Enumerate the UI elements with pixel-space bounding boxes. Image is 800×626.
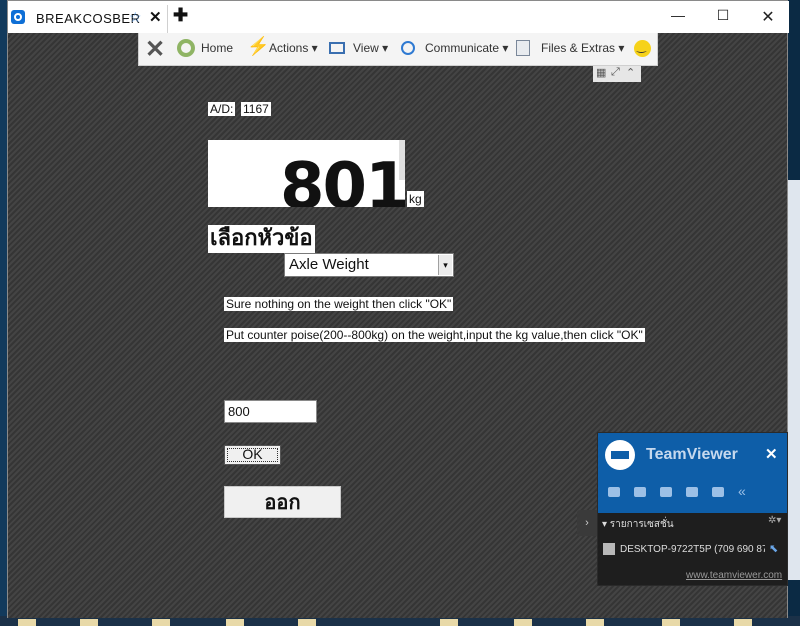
weight-display-scrollbar[interactable]: [399, 140, 405, 180]
session-name: DESKTOP-9722T5P (709 690 87: [620, 544, 765, 555]
kg-input[interactable]: 800: [224, 400, 317, 423]
actions-menu[interactable]: Actions ▾: [269, 41, 318, 55]
gear-icon[interactable]: ✲▾: [768, 515, 781, 526]
monitor-icon[interactable]: [329, 42, 345, 54]
desktop-background-left: [0, 0, 7, 626]
files-icon[interactable]: [516, 40, 530, 56]
exit-button[interactable]: ออก: [224, 486, 341, 518]
tab-close-icon[interactable]: ✕: [149, 8, 162, 26]
teamviewer-app-icon: [11, 10, 25, 24]
desktop-file-icon[interactable]: [440, 619, 458, 626]
communicate-menu[interactable]: Communicate ▾: [425, 41, 508, 55]
pointer-icon[interactable]: ⬉: [769, 542, 778, 555]
instruction-1: Sure nothing on the weight then click "O…: [224, 297, 454, 311]
desktop-file-icon[interactable]: [586, 619, 604, 626]
video-icon[interactable]: [608, 487, 620, 497]
teamviewer-panel-close-icon[interactable]: ✕: [765, 445, 778, 463]
collapse-icon[interactable]: ⌃: [626, 66, 635, 79]
ad-value: 1167: [241, 102, 271, 116]
ok-button[interactable]: OK: [224, 445, 281, 465]
desktop-file-icon[interactable]: [734, 619, 752, 626]
desktop-file-icon[interactable]: [226, 619, 244, 626]
toolbar-mini-controls: ▦ ⤢ ⌃: [593, 66, 641, 82]
maximize-button[interactable]: ☐: [708, 7, 738, 27]
grid-icon[interactable]: ▦: [596, 66, 606, 79]
desktop-file-icon[interactable]: [80, 619, 98, 626]
tab-breakcosber[interactable]: BREAKCOSBER ☆ ✕: [28, 5, 168, 33]
phone-icon[interactable]: [401, 41, 415, 55]
desktop-file-icon[interactable]: [662, 619, 680, 626]
sessions-label[interactable]: ▾ รายการเซสชั่น: [602, 517, 674, 532]
tab-bar: BREAKCOSBER ☆ ✕ ✚ — ☐ ✕: [8, 1, 789, 33]
end-session-close-icon[interactable]: ✕: [145, 35, 165, 64]
teamviewer-panel: TeamViewer ✕ « ▾ รายการเซสชั่น ✲▾ DESKTO…: [597, 432, 788, 586]
home-icon[interactable]: [177, 39, 195, 57]
files-extras-menu[interactable]: Files & Extras ▾: [541, 41, 624, 55]
minimize-button[interactable]: —: [663, 7, 693, 27]
teamviewer-name: TeamViewer: [646, 446, 738, 463]
tab-title: BREAKCOSBER: [36, 11, 141, 26]
teamviewer-panel-header: TeamViewer ✕ «: [598, 433, 787, 513]
teamviewer-toolbar: ✕ Home ⚡ Actions ▾ View ▾ Communicate ▾ …: [138, 33, 658, 66]
tools-icon[interactable]: [712, 487, 724, 497]
chevrons-left-icon[interactable]: «: [738, 483, 746, 499]
weight-display: 801: [208, 140, 405, 207]
lightning-icon[interactable]: ⚡: [247, 36, 269, 56]
home-menu[interactable]: Home: [201, 41, 233, 55]
headset-icon[interactable]: [634, 487, 646, 497]
desktop-file-icon[interactable]: [514, 619, 532, 626]
teamviewer-link[interactable]: www.teamviewer.com: [686, 570, 782, 581]
unit-label: kg: [407, 191, 424, 207]
selected-topic: Axle Weight: [289, 256, 369, 273]
topic-title: เลือกหัวข้อ: [208, 225, 315, 253]
window-close-button[interactable]: ✕: [753, 7, 783, 27]
view-menu[interactable]: View ▾: [353, 41, 388, 55]
teamviewer-logo-icon: [605, 440, 635, 470]
instruction-2: Put counter poise(200--800kg) on the wei…: [224, 328, 645, 342]
resize-icon[interactable]: ⤢: [611, 66, 620, 79]
teamviewer-panel-collapse-icon[interactable]: ›: [577, 510, 597, 536]
topic-select[interactable]: Axle Weight ▾: [284, 253, 454, 277]
chevron-down-icon[interactable]: ▾: [438, 255, 452, 275]
weight-value: 801: [280, 150, 405, 207]
desktop-file-icon[interactable]: [298, 619, 316, 626]
chat-icon[interactable]: [660, 487, 672, 497]
clipboard-icon[interactable]: [686, 487, 698, 497]
star-icon[interactable]: ☆: [129, 9, 142, 26]
ad-label: A/D:: [208, 102, 236, 116]
smiley-icon[interactable]: [634, 40, 651, 57]
desktop-file-icon[interactable]: [18, 619, 36, 626]
desktop-file-icon[interactable]: [152, 619, 170, 626]
new-tab-icon[interactable]: ✚: [173, 5, 188, 26]
desktop-background-right: [788, 180, 800, 580]
user-icon: [603, 543, 615, 555]
